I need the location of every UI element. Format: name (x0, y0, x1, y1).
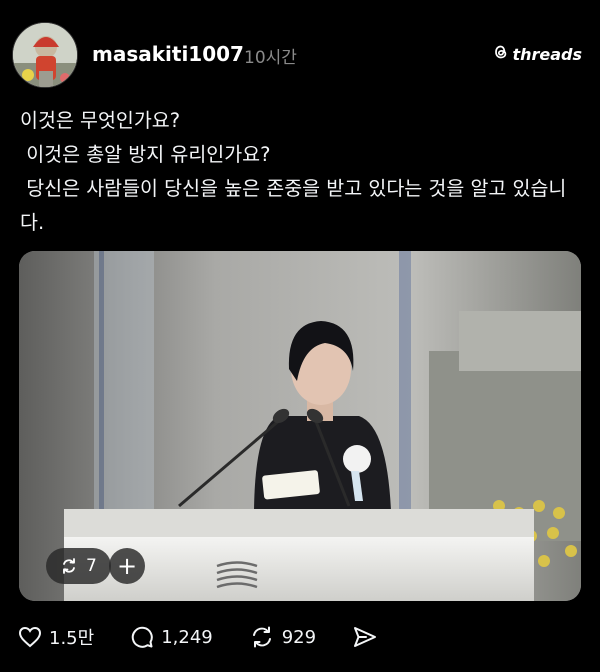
threads-brand[interactable]: threads (493, 44, 582, 64)
post-actions: 1.5만 1,249 929 (18, 620, 414, 654)
heart-icon (18, 626, 42, 648)
threads-logo-icon (493, 44, 509, 64)
repost-icon (60, 557, 78, 575)
send-icon (352, 625, 378, 649)
username[interactable]: masakiti1007 (92, 42, 244, 66)
post-text: 이것은 무엇인가요? 이것은 총알 방지 유리인가요? 당신은 사람들이 당신을… (20, 109, 567, 234)
repost-count: 929 (281, 626, 317, 648)
comment-bubble-icon (130, 625, 154, 649)
avatar[interactable] (12, 22, 78, 88)
comment-button[interactable]: 1,249 (130, 625, 213, 649)
repost-icon (249, 625, 275, 649)
share-button[interactable] (352, 625, 378, 649)
like-count: 1.5만 (49, 628, 95, 649)
speech-photo (19, 251, 581, 601)
brand-label: threads (512, 44, 582, 64)
post-header: masakiti1007 10시간 threads (12, 22, 588, 92)
media-repost-button[interactable]: 7 (46, 548, 111, 584)
comment-count: 1,249 (161, 626, 213, 648)
repost-button[interactable]: 929 (249, 625, 316, 649)
media-repost-count: 7 (86, 556, 97, 576)
add-button[interactable]: + (109, 548, 145, 584)
like-button[interactable]: 1.5만 (18, 624, 94, 650)
post-media[interactable]: 7 + (19, 251, 581, 601)
post-time: 10시간 (244, 48, 297, 68)
